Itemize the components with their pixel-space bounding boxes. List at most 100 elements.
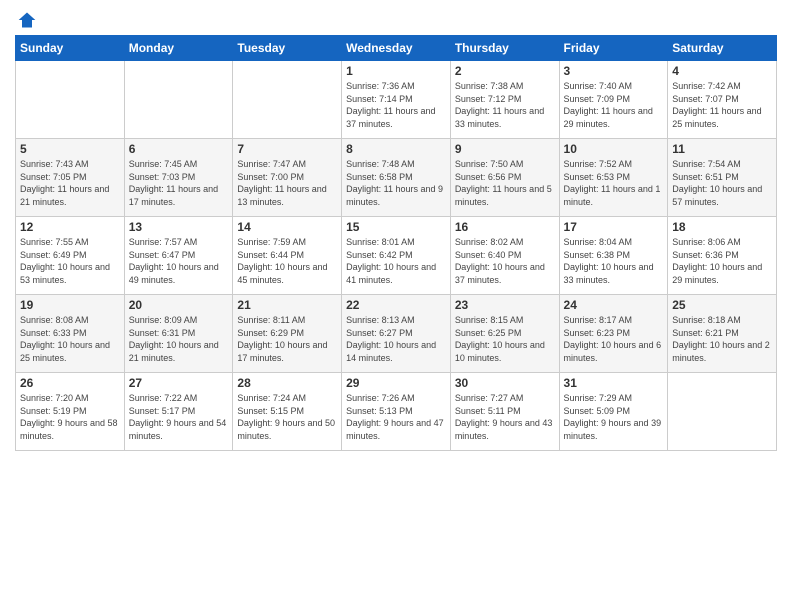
daylight-text: Daylight: 10 hours and 21 minutes. bbox=[129, 340, 219, 363]
sunrise-text: Sunrise: 7:43 AM bbox=[20, 159, 89, 169]
sunset-text: Sunset: 7:00 PM bbox=[237, 172, 304, 182]
sunrise-text: Sunrise: 8:01 AM bbox=[346, 237, 415, 247]
weekday-header: Thursday bbox=[450, 36, 559, 61]
calendar-header: SundayMondayTuesdayWednesdayThursdayFrid… bbox=[16, 36, 777, 61]
day-number: 4 bbox=[672, 64, 772, 78]
sunrise-text: Sunrise: 8:15 AM bbox=[455, 315, 524, 325]
daylight-text: Daylight: 11 hours and 37 minutes. bbox=[346, 106, 435, 129]
calendar-day-cell: 2 Sunrise: 7:38 AM Sunset: 7:12 PM Dayli… bbox=[450, 61, 559, 139]
sunrise-text: Sunrise: 7:36 AM bbox=[346, 81, 415, 91]
sunset-text: Sunset: 6:25 PM bbox=[455, 328, 522, 338]
day-info: Sunrise: 7:40 AM Sunset: 7:09 PM Dayligh… bbox=[564, 80, 664, 130]
calendar-day-cell: 1 Sunrise: 7:36 AM Sunset: 7:14 PM Dayli… bbox=[342, 61, 451, 139]
day-number: 28 bbox=[237, 376, 337, 390]
calendar-week-row: 5 Sunrise: 7:43 AM Sunset: 7:05 PM Dayli… bbox=[16, 139, 777, 217]
sunset-text: Sunset: 6:23 PM bbox=[564, 328, 631, 338]
day-number: 21 bbox=[237, 298, 337, 312]
sunrise-text: Sunrise: 8:11 AM bbox=[237, 315, 305, 325]
sunset-text: Sunset: 6:49 PM bbox=[20, 250, 87, 260]
calendar-day-cell: 26 Sunrise: 7:20 AM Sunset: 5:19 PM Dayl… bbox=[16, 373, 125, 451]
day-number: 20 bbox=[129, 298, 229, 312]
main-container: SundayMondayTuesdayWednesdayThursdayFrid… bbox=[0, 0, 792, 456]
daylight-text: Daylight: 10 hours and 53 minutes. bbox=[20, 262, 110, 285]
daylight-text: Daylight: 11 hours and 5 minutes. bbox=[455, 184, 552, 207]
sunset-text: Sunset: 6:58 PM bbox=[346, 172, 413, 182]
day-info: Sunrise: 7:42 AM Sunset: 7:07 PM Dayligh… bbox=[672, 80, 772, 130]
day-info: Sunrise: 7:20 AM Sunset: 5:19 PM Dayligh… bbox=[20, 392, 120, 442]
weekday-header: Sunday bbox=[16, 36, 125, 61]
daylight-text: Daylight: 11 hours and 25 minutes. bbox=[672, 106, 761, 129]
daylight-text: Daylight: 10 hours and 14 minutes. bbox=[346, 340, 436, 363]
daylight-text: Daylight: 9 hours and 47 minutes. bbox=[346, 418, 444, 441]
sunset-text: Sunset: 6:40 PM bbox=[455, 250, 522, 260]
daylight-text: Daylight: 11 hours and 13 minutes. bbox=[237, 184, 326, 207]
day-info: Sunrise: 8:02 AM Sunset: 6:40 PM Dayligh… bbox=[455, 236, 555, 286]
calendar-day-cell: 7 Sunrise: 7:47 AM Sunset: 7:00 PM Dayli… bbox=[233, 139, 342, 217]
day-info: Sunrise: 7:36 AM Sunset: 7:14 PM Dayligh… bbox=[346, 80, 446, 130]
sunset-text: Sunset: 7:12 PM bbox=[455, 94, 522, 104]
calendar-day-cell: 23 Sunrise: 8:15 AM Sunset: 6:25 PM Dayl… bbox=[450, 295, 559, 373]
sunrise-text: Sunrise: 8:13 AM bbox=[346, 315, 415, 325]
calendar-day-cell: 15 Sunrise: 8:01 AM Sunset: 6:42 PM Dayl… bbox=[342, 217, 451, 295]
header bbox=[15, 10, 777, 30]
sunrise-text: Sunrise: 8:18 AM bbox=[672, 315, 741, 325]
sunset-text: Sunset: 6:44 PM bbox=[237, 250, 304, 260]
sunrise-text: Sunrise: 7:40 AM bbox=[564, 81, 633, 91]
day-number: 13 bbox=[129, 220, 229, 234]
sunset-text: Sunset: 6:47 PM bbox=[129, 250, 196, 260]
sunrise-text: Sunrise: 7:47 AM bbox=[237, 159, 306, 169]
calendar-day-cell bbox=[16, 61, 125, 139]
sunset-text: Sunset: 6:33 PM bbox=[20, 328, 87, 338]
daylight-text: Daylight: 11 hours and 17 minutes. bbox=[129, 184, 218, 207]
sunrise-text: Sunrise: 7:38 AM bbox=[455, 81, 524, 91]
sunset-text: Sunset: 6:21 PM bbox=[672, 328, 739, 338]
daylight-text: Daylight: 11 hours and 21 minutes. bbox=[20, 184, 109, 207]
day-info: Sunrise: 8:13 AM Sunset: 6:27 PM Dayligh… bbox=[346, 314, 446, 364]
sunrise-text: Sunrise: 7:57 AM bbox=[129, 237, 198, 247]
sunrise-text: Sunrise: 7:45 AM bbox=[129, 159, 198, 169]
day-number: 18 bbox=[672, 220, 772, 234]
calendar-table: SundayMondayTuesdayWednesdayThursdayFrid… bbox=[15, 35, 777, 451]
day-number: 26 bbox=[20, 376, 120, 390]
day-info: Sunrise: 8:18 AM Sunset: 6:21 PM Dayligh… bbox=[672, 314, 772, 364]
calendar-day-cell bbox=[668, 373, 777, 451]
calendar-day-cell: 20 Sunrise: 8:09 AM Sunset: 6:31 PM Dayl… bbox=[124, 295, 233, 373]
sunrise-text: Sunrise: 8:02 AM bbox=[455, 237, 524, 247]
sunrise-text: Sunrise: 7:55 AM bbox=[20, 237, 89, 247]
daylight-text: Daylight: 11 hours and 1 minute. bbox=[564, 184, 661, 207]
weekday-header: Friday bbox=[559, 36, 668, 61]
day-number: 6 bbox=[129, 142, 229, 156]
day-info: Sunrise: 8:06 AM Sunset: 6:36 PM Dayligh… bbox=[672, 236, 772, 286]
day-info: Sunrise: 7:50 AM Sunset: 6:56 PM Dayligh… bbox=[455, 158, 555, 208]
calendar-day-cell: 13 Sunrise: 7:57 AM Sunset: 6:47 PM Dayl… bbox=[124, 217, 233, 295]
weekday-header: Monday bbox=[124, 36, 233, 61]
day-number: 19 bbox=[20, 298, 120, 312]
calendar-day-cell: 9 Sunrise: 7:50 AM Sunset: 6:56 PM Dayli… bbox=[450, 139, 559, 217]
sunrise-text: Sunrise: 7:42 AM bbox=[672, 81, 741, 91]
day-number: 3 bbox=[564, 64, 664, 78]
sunrise-text: Sunrise: 8:09 AM bbox=[129, 315, 198, 325]
daylight-text: Daylight: 11 hours and 9 minutes. bbox=[346, 184, 443, 207]
calendar-day-cell: 4 Sunrise: 7:42 AM Sunset: 7:07 PM Dayli… bbox=[668, 61, 777, 139]
weekday-header: Wednesday bbox=[342, 36, 451, 61]
day-info: Sunrise: 7:55 AM Sunset: 6:49 PM Dayligh… bbox=[20, 236, 120, 286]
daylight-text: Daylight: 9 hours and 39 minutes. bbox=[564, 418, 662, 441]
day-number: 31 bbox=[564, 376, 664, 390]
day-info: Sunrise: 8:09 AM Sunset: 6:31 PM Dayligh… bbox=[129, 314, 229, 364]
calendar-day-cell: 14 Sunrise: 7:59 AM Sunset: 6:44 PM Dayl… bbox=[233, 217, 342, 295]
day-info: Sunrise: 7:43 AM Sunset: 7:05 PM Dayligh… bbox=[20, 158, 120, 208]
sunset-text: Sunset: 7:07 PM bbox=[672, 94, 739, 104]
sunset-text: Sunset: 7:14 PM bbox=[346, 94, 413, 104]
sunrise-text: Sunrise: 7:27 AM bbox=[455, 393, 524, 403]
day-info: Sunrise: 7:52 AM Sunset: 6:53 PM Dayligh… bbox=[564, 158, 664, 208]
day-info: Sunrise: 7:26 AM Sunset: 5:13 PM Dayligh… bbox=[346, 392, 446, 442]
day-info: Sunrise: 7:57 AM Sunset: 6:47 PM Dayligh… bbox=[129, 236, 229, 286]
daylight-text: Daylight: 9 hours and 58 minutes. bbox=[20, 418, 118, 441]
sunrise-text: Sunrise: 7:26 AM bbox=[346, 393, 415, 403]
day-info: Sunrise: 8:08 AM Sunset: 6:33 PM Dayligh… bbox=[20, 314, 120, 364]
daylight-text: Daylight: 10 hours and 6 minutes. bbox=[564, 340, 662, 363]
sunset-text: Sunset: 5:15 PM bbox=[237, 406, 304, 416]
day-info: Sunrise: 7:48 AM Sunset: 6:58 PM Dayligh… bbox=[346, 158, 446, 208]
sunrise-text: Sunrise: 8:04 AM bbox=[564, 237, 633, 247]
calendar-day-cell: 22 Sunrise: 8:13 AM Sunset: 6:27 PM Dayl… bbox=[342, 295, 451, 373]
